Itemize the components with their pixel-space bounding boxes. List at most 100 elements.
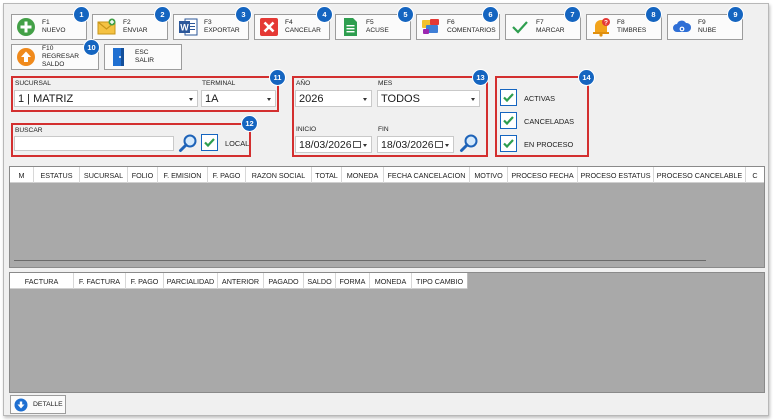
badge-1: 1 xyxy=(74,7,89,22)
month-value: TODOS xyxy=(381,92,420,105)
detail-label: DETALLE xyxy=(33,401,63,408)
badge-2: 2 xyxy=(155,7,170,22)
checkmark-icon xyxy=(204,138,215,148)
document-icon xyxy=(340,17,360,37)
col-cancellation-date[interactable]: FECHA CANCELACION xyxy=(384,167,470,183)
word-document-icon: W xyxy=(178,17,198,37)
terminal-label: TERMINAL xyxy=(202,80,236,87)
detail-grid[interactable]: FACTURA F. FACTURA F. PAGO PARCIALIDAD A… xyxy=(9,272,765,393)
col-previous[interactable]: ANTERIOR xyxy=(218,273,264,289)
month-select[interactable]: TODOS xyxy=(377,90,480,107)
checkmark-icon xyxy=(503,116,514,126)
badge-11: 11 xyxy=(270,70,285,85)
col-branch[interactable]: SUCURSAL xyxy=(80,167,128,183)
checkmark-icon xyxy=(503,139,514,149)
arrow-up-icon xyxy=(16,47,36,67)
chevron-down-icon xyxy=(445,144,449,147)
search-input[interactable] xyxy=(14,136,174,151)
year-select[interactable]: 2026 xyxy=(295,90,372,107)
detail-button[interactable]: DETALLE xyxy=(10,395,66,414)
send-label: ENVIAR xyxy=(123,27,148,34)
badge-12: 12 xyxy=(242,116,257,131)
terminal-value: 1A xyxy=(205,92,219,105)
col-process-status[interactable]: PROCESO ESTATUS xyxy=(578,167,654,183)
col-currency[interactable]: MONEDA xyxy=(370,273,412,289)
col-installment[interactable]: PARCIALIDAD xyxy=(164,273,218,289)
branch-select[interactable]: 1 | MATRIZ xyxy=(14,90,198,107)
year-label: AÑO xyxy=(296,80,311,87)
active-label: ACTIVAS xyxy=(524,94,556,103)
start-label: INICIO xyxy=(296,126,317,133)
mail-send-icon xyxy=(97,17,117,37)
month-label: MES xyxy=(378,80,393,87)
comments-label: COMENTARIOS xyxy=(447,27,496,34)
return-label: REGRESAR SALDO xyxy=(42,53,80,68)
badge-3: 3 xyxy=(236,7,251,22)
terminal-select[interactable]: 1A xyxy=(201,90,276,107)
exit-door-icon xyxy=(109,47,129,67)
col-reason[interactable]: MOTIVO xyxy=(470,167,508,183)
badge-6: 6 xyxy=(483,7,498,22)
cloud-icon xyxy=(672,17,692,37)
mark-key: F7 xyxy=(536,19,544,26)
new-key: F1 xyxy=(42,19,50,26)
col-form[interactable]: FORMA xyxy=(336,273,370,289)
export-label: EXPORTAR xyxy=(204,27,240,34)
invoices-grid[interactable]: M ESTATUS SUCURSAL FOLIO F. EMISION F. P… xyxy=(9,166,765,268)
search-icon[interactable] xyxy=(178,133,198,153)
comments-icon xyxy=(421,17,441,37)
col-paid[interactable]: PAGADO xyxy=(264,273,304,289)
col-invoice-date[interactable]: F. FACTURA xyxy=(74,273,126,289)
col-business-name[interactable]: RAZON SOCIAL xyxy=(246,167,312,183)
local-label: LOCAL xyxy=(225,139,250,148)
col-status[interactable]: ESTATUS xyxy=(34,167,80,183)
close-icon xyxy=(259,17,279,37)
cancel-key: F4 xyxy=(285,19,293,26)
col-currency[interactable]: MONEDA xyxy=(342,167,384,183)
col-c[interactable]: C xyxy=(746,167,764,183)
col-payment-date[interactable]: F. PAGO xyxy=(126,273,164,289)
branch-value: 1 | MATRIZ xyxy=(18,92,74,105)
ack-label: ACUSE xyxy=(366,27,389,34)
chevron-down-icon xyxy=(471,98,475,101)
col-process-cancellable[interactable]: PROCESO CANCELABLE xyxy=(654,167,746,183)
mark-label: MARCAR xyxy=(536,27,565,34)
bell-alert-icon: ? xyxy=(591,17,611,37)
date-search-icon[interactable] xyxy=(459,133,479,153)
checkmark-icon xyxy=(503,93,514,103)
col-issue-date[interactable]: F. EMISION xyxy=(158,167,208,183)
cancel-label: CANCELAR xyxy=(285,27,321,34)
col-folio[interactable]: FOLIO xyxy=(128,167,158,183)
main-window: F1 NUEVO 1 F2 ENVIAR 2 W F3 EXPORTAR 3 F4 CA… xyxy=(3,3,769,416)
badge-10: 10 xyxy=(84,40,99,55)
end-date-value: 18/03/2026 xyxy=(381,138,434,151)
calendar-icon xyxy=(353,141,361,148)
cancelled-checkbox[interactable] xyxy=(500,112,517,129)
stamps-label: TIMBRES xyxy=(617,27,647,34)
exit-button[interactable]: ESC SALIR xyxy=(104,44,182,70)
end-date-picker[interactable]: 18/03/2026 xyxy=(377,136,454,153)
stamps-key: F8 xyxy=(617,19,625,26)
svg-text:W: W xyxy=(180,23,189,33)
col-m[interactable]: M xyxy=(10,167,34,183)
invoices-grid-header: M ESTATUS SUCURSAL FOLIO F. EMISION F. P… xyxy=(10,167,764,183)
exit-key: ESC xyxy=(135,49,149,56)
start-date-picker[interactable]: 18/03/2026 xyxy=(295,136,372,153)
local-checkbox[interactable] xyxy=(201,134,218,151)
start-date-value: 18/03/2026 xyxy=(299,138,352,151)
active-checkbox[interactable] xyxy=(500,89,517,106)
col-invoice[interactable]: FACTURA xyxy=(10,273,74,289)
end-label: FIN xyxy=(378,126,389,133)
plus-icon xyxy=(16,17,36,37)
col-total[interactable]: TOTAL xyxy=(312,167,342,183)
cloud-label: NUBE xyxy=(698,27,717,34)
arrow-down-icon xyxy=(14,398,28,412)
chevron-down-icon xyxy=(189,98,193,101)
in-process-checkbox[interactable] xyxy=(500,135,517,152)
col-balance[interactable]: SALDO xyxy=(304,273,336,289)
cancelled-label: CANCELADAS xyxy=(524,117,575,126)
col-process-date[interactable]: PROCESO FECHA xyxy=(508,167,578,183)
col-exchange-rate[interactable]: TIPO CAMBIO xyxy=(412,273,468,289)
horizontal-scrollbar[interactable] xyxy=(14,260,706,261)
col-payment-date[interactable]: F. PAGO xyxy=(208,167,246,183)
